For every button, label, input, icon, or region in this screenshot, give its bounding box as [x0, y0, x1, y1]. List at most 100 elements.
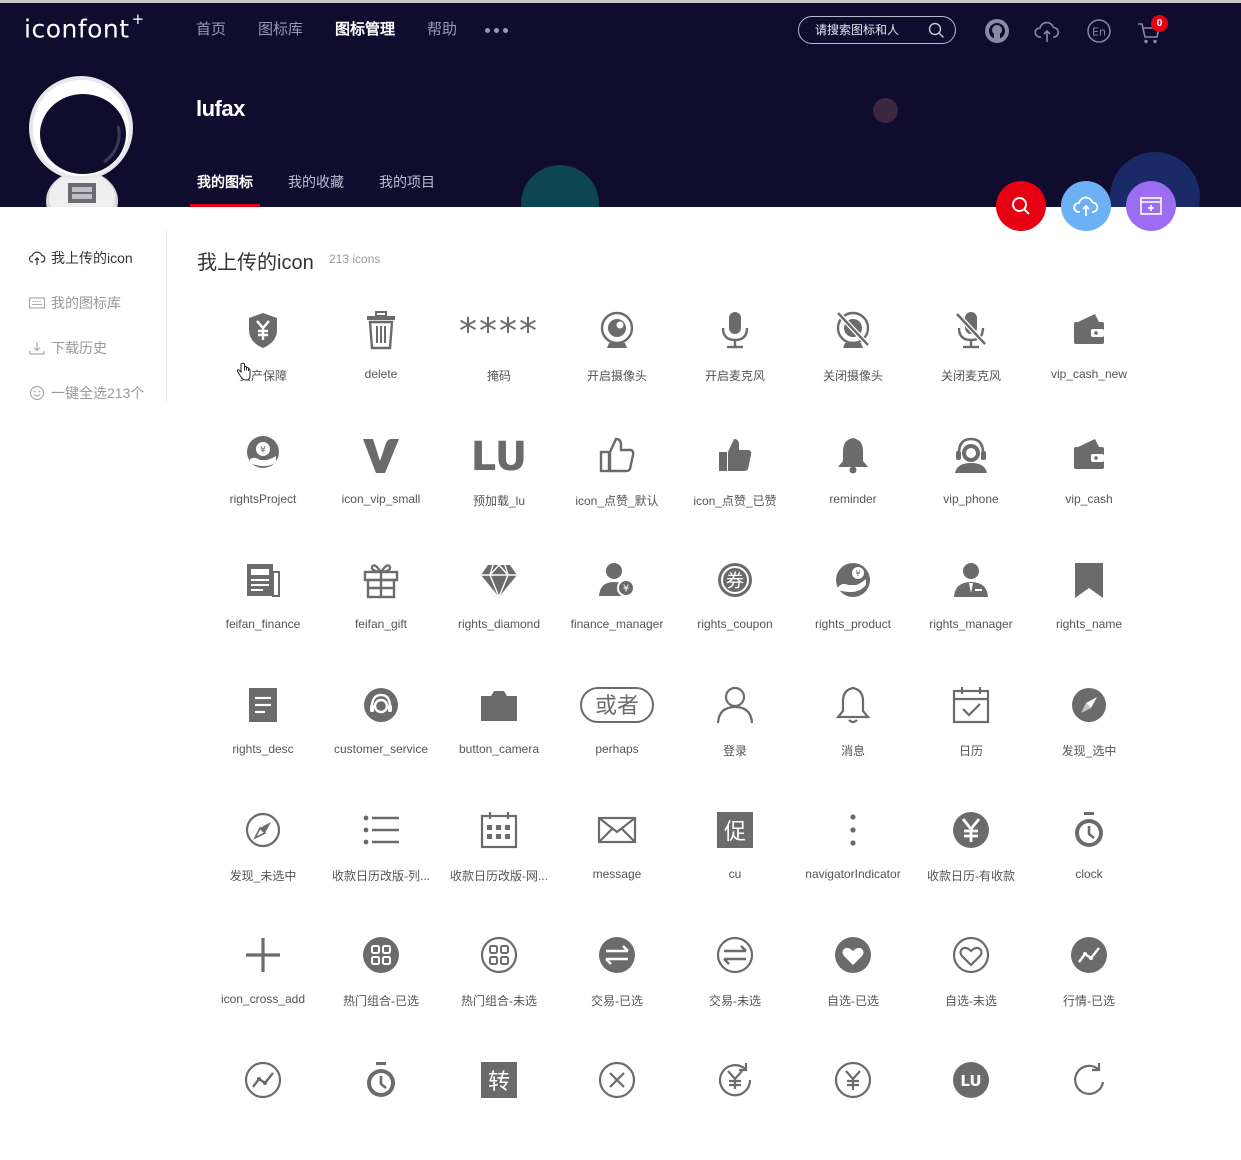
- document-icon: [249, 688, 277, 722]
- svg-text:LU: LU: [960, 1072, 981, 1090]
- cloud-upload-icon[interactable]: [1034, 18, 1060, 44]
- icon-card-label: 热门组合-已选: [343, 994, 419, 1008]
- icon-card[interactable]: 发现_选中: [1030, 675, 1148, 785]
- mic-off-icon: [955, 312, 987, 349]
- wallet-icon: [1074, 314, 1104, 344]
- icon-card[interactable]: feifan_finance: [204, 550, 322, 660]
- icon-card[interactable]: [794, 1050, 912, 1160]
- icon-card[interactable]: rights_name: [1030, 550, 1148, 660]
- nav-home[interactable]: 首页: [196, 20, 226, 40]
- icon-card[interactable]: 开启麦克风: [676, 300, 794, 410]
- icon-card[interactable]: 收款日历-有收款: [912, 800, 1030, 910]
- icon-card[interactable]: 或者 perhaps: [558, 675, 676, 785]
- icon-card[interactable]: 转: [440, 1050, 558, 1160]
- perhaps-badge-icon: 或者: [580, 687, 654, 723]
- icon-card[interactable]: 自选-未选: [912, 925, 1030, 1035]
- icon-card[interactable]: 促 cu: [676, 800, 794, 910]
- icon-card[interactable]: 热门组合-未选: [440, 925, 558, 1035]
- icon-card[interactable]: vip_cash_new: [1030, 300, 1148, 410]
- icon-card[interactable]: rights_desc: [204, 675, 322, 785]
- icon-card[interactable]: reminder: [794, 425, 912, 535]
- icon-card[interactable]: [322, 1050, 440, 1160]
- header: iconfont+ 首页 图标库 图标管理 帮助 En 0 lufax: [0, 0, 1241, 207]
- search-fab-button[interactable]: [996, 181, 1046, 231]
- icon-card[interactable]: 自选-已选: [794, 925, 912, 1035]
- icon-card[interactable]: 关闭麦克风: [912, 300, 1030, 410]
- search-icon[interactable]: [928, 22, 945, 39]
- icon-card-label: 掩码: [486, 369, 511, 383]
- icon-card[interactable]: ¥ rightsProject: [204, 425, 322, 535]
- tab-my-favorites[interactable]: 我的收藏: [288, 173, 344, 191]
- icon-card[interactable]: [558, 1050, 676, 1160]
- icon-card[interactable]: 登录: [676, 675, 794, 785]
- logo[interactable]: iconfont +: [24, 10, 145, 43]
- icon-card[interactable]: 资产保障: [204, 300, 322, 410]
- icon-card[interactable]: [1030, 1050, 1148, 1160]
- icon-card-label: 交易-未选: [709, 994, 761, 1008]
- icon-card[interactable]: 日历: [912, 675, 1030, 785]
- icon-card[interactable]: 交易-未选: [676, 925, 794, 1035]
- icon-card[interactable]: ¥ rights_product: [794, 550, 912, 660]
- icon-card[interactable]: rights_manager: [912, 550, 1030, 660]
- icon-card[interactable]: icon_点赞_已赞: [676, 425, 794, 535]
- icon-card[interactable]: 行情-已选: [1030, 925, 1148, 1035]
- icon-card[interactable]: message: [558, 800, 676, 910]
- sidebar-item-download-history[interactable]: 下载历史: [28, 338, 107, 358]
- nav-help[interactable]: 帮助: [427, 20, 457, 40]
- user-circle-icon[interactable]: [984, 18, 1010, 44]
- icon-card[interactable]: icon_cross_add: [204, 925, 322, 1035]
- icon-card[interactable]: button_camera: [440, 675, 558, 785]
- icon-card[interactable]: clock: [1030, 800, 1148, 910]
- icon-card[interactable]: icon_vip_small: [322, 425, 440, 535]
- icon-card[interactable]: 收款日历改版-网...: [440, 800, 558, 910]
- icon-card[interactable]: vip_phone: [912, 425, 1030, 535]
- icon-card[interactable]: 收款日历改版-列...: [322, 800, 440, 910]
- more-dots-icon[interactable]: [485, 20, 509, 40]
- icon-card[interactable]: navigatorIndicator: [794, 800, 912, 910]
- search-box[interactable]: [798, 16, 956, 44]
- icon-card[interactable]: 关闭摄像头: [794, 300, 912, 410]
- icon-card[interactable]: [676, 1050, 794, 1160]
- promo-cu-icon: 促: [717, 812, 753, 848]
- icon-card[interactable]: **** 掩码: [440, 300, 558, 410]
- icon-card-label: 交易-已选: [591, 994, 643, 1008]
- icon-card[interactable]: 发现_未选中: [204, 800, 322, 910]
- nav-icon-library[interactable]: 图标库: [258, 20, 303, 40]
- icon-card[interactable]: vip_cash: [1030, 425, 1148, 535]
- nav-icon-management[interactable]: 图标管理: [335, 20, 395, 40]
- icon-card[interactable]: 消息: [794, 675, 912, 785]
- refresh-icon: [1074, 1063, 1105, 1095]
- icon-card[interactable]: feifan_gift: [322, 550, 440, 660]
- icon-card[interactable]: 券 rights_coupon: [676, 550, 794, 660]
- icon-card[interactable]: rights_diamond: [440, 550, 558, 660]
- icon-card[interactable]: customer_service: [322, 675, 440, 785]
- grid-circle-outline-icon: [480, 936, 518, 974]
- icon-card[interactable]: LU: [912, 1050, 1030, 1160]
- icon-card-label: 热门组合-未选: [461, 994, 537, 1008]
- search-input[interactable]: [815, 21, 923, 39]
- icon-card[interactable]: delete: [322, 300, 440, 410]
- icon-card[interactable]: 热门组合-已选: [322, 925, 440, 1035]
- cloud-upload-icon: [28, 251, 46, 265]
- mic-on-icon: [721, 312, 749, 349]
- download-icon: [29, 342, 45, 355]
- icon-card[interactable]: 开启摄像头: [558, 300, 676, 410]
- sidebar-item-select-all[interactable]: 一键全选213个: [28, 383, 144, 403]
- upload-fab-button[interactable]: [1061, 181, 1111, 231]
- icon-card[interactable]: [204, 1050, 322, 1160]
- sidebar-item-label: 我上传的icon: [51, 250, 133, 266]
- avatar[interactable]: [26, 76, 138, 207]
- sidebar-item-my-library[interactable]: 我的图标库: [28, 293, 121, 313]
- wallet-icon: [1074, 439, 1104, 469]
- thumb-up-filled-icon: [719, 439, 752, 471]
- icon-card[interactable]: LU 预加载_lu: [440, 425, 558, 535]
- icon-card[interactable]: icon_点赞_默认: [558, 425, 676, 535]
- sidebar-item-my-uploads[interactable]: 我上传的icon: [28, 248, 133, 268]
- diamond-icon: [481, 563, 517, 599]
- add-project-fab-button[interactable]: [1126, 181, 1176, 231]
- tab-my-projects[interactable]: 我的项目: [379, 173, 435, 191]
- language-en-icon[interactable]: En: [1086, 18, 1112, 44]
- tab-my-icons[interactable]: 我的图标: [190, 173, 260, 207]
- icon-card[interactable]: 交易-已选: [558, 925, 676, 1035]
- icon-card[interactable]: ¥ finance_manager: [558, 550, 676, 660]
